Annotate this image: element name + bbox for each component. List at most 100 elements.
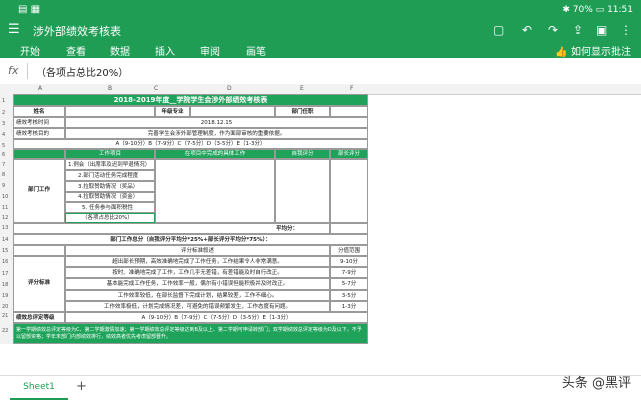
cell-dept-work[interactable]: 部门工作 bbox=[13, 159, 65, 223]
cell-average[interactable]: 平均分： bbox=[13, 223, 330, 234]
column-c[interactable]: C bbox=[154, 85, 158, 92]
row-7[interactable]: 7 bbox=[2, 162, 5, 168]
cell-header-item[interactable]: 工作项目 bbox=[65, 149, 155, 159]
cell-time-value[interactable]: 2018.12.15 bbox=[65, 117, 368, 128]
cell-range-d[interactable]: 3-5分 bbox=[330, 290, 368, 301]
share-icon[interactable]: ⇪ bbox=[573, 23, 583, 37]
cell-self-block[interactable] bbox=[275, 159, 330, 223]
cell-item-5[interactable]: 5. 任务参与面积税性 bbox=[65, 202, 155, 213]
undo-icon[interactable]: ↶ bbox=[522, 23, 532, 37]
cell-criteria-b[interactable]: 按时、准确地完成了工作，工作几乎无差错，有差错能及时自行改正。 bbox=[65, 267, 330, 278]
cell-dept-label[interactable]: 部门任职 bbox=[275, 106, 330, 117]
cell-dept-total[interactable]: 部门工作总分（自我评分平均分*25%+部长评分平均分*75%）： bbox=[13, 234, 368, 245]
row-6[interactable]: 6 bbox=[2, 152, 5, 158]
column-e[interactable]: E bbox=[300, 85, 304, 92]
cell-grade-scale[interactable]: A（9-10分）B（7-9分）C（7-5分）D（3-5分）E（1-3分） bbox=[13, 139, 368, 149]
cell-criteria-a[interactable]: 超出部长预期，高效准确地完成了工作任务，工作结果令人非常满意。 bbox=[65, 256, 330, 267]
row-2[interactable]: 2 bbox=[2, 110, 5, 116]
cell-time-label[interactable]: 绩效考核时间 bbox=[13, 117, 65, 128]
show-comments-help[interactable]: 👍 如何显示批注 bbox=[555, 43, 631, 58]
sheet-tab-sheet1[interactable]: Sheet1 bbox=[10, 376, 68, 400]
cell-average-value[interactable] bbox=[330, 223, 368, 234]
cell-eval-header-a[interactable] bbox=[13, 245, 65, 256]
cell-criteria-e[interactable]: 工作效率极低，计划完成情况差，可避免的错误频繁发生，工作态度有问题。 bbox=[65, 301, 330, 312]
row-9[interactable]: 9 bbox=[2, 183, 5, 189]
formula-input[interactable]: （各项占总比20%） bbox=[36, 64, 128, 79]
cell-header-leader[interactable]: 部长评分 bbox=[330, 149, 368, 159]
cell-name-value[interactable] bbox=[65, 106, 155, 117]
menu-review[interactable]: 审阅 bbox=[200, 43, 220, 58]
cell-item-3[interactable]: 3.拉取赞助情况（奖品） bbox=[65, 181, 155, 192]
status-bar: ▤ ▦ ✱ 70% ▭ 11:51 bbox=[0, 0, 641, 20]
cell-policy-note[interactable]: 第一学期绩效总评定等级为C、第二学期激情加速；第一学期绩效总评定等级达到B及以上… bbox=[13, 323, 368, 344]
cell-header-self[interactable]: 自我评分 bbox=[275, 149, 330, 159]
hamburger-menu-icon[interactable]: ☰ bbox=[8, 22, 20, 37]
cell-range-b[interactable]: 7-9分 bbox=[330, 267, 368, 278]
more-icon[interactable]: ⋮ bbox=[620, 23, 632, 37]
row-21[interactable]: 21 bbox=[2, 313, 8, 319]
row-3[interactable]: 3 bbox=[2, 121, 5, 127]
cell-header-detail[interactable]: 在项目中完成的具体工作 bbox=[155, 149, 275, 159]
cell-leader-block[interactable] bbox=[330, 159, 368, 223]
battery-percent: 70% bbox=[572, 5, 593, 15]
row-header: 1 2 3 4 5 6 7 8 9 10 11 12 13 14 15 16 1… bbox=[0, 94, 14, 344]
row-13[interactable]: 13 bbox=[2, 225, 8, 231]
cell-criteria-c[interactable]: 基本能完成工作任务，工作效率一般，偶尔有小错误但能积极并及时改正。 bbox=[65, 278, 330, 290]
menu-insert[interactable]: 插入 bbox=[155, 43, 175, 58]
row-18[interactable]: 18 bbox=[2, 282, 8, 288]
cell-range-header[interactable]: 分值范围 bbox=[330, 245, 368, 256]
menu-home[interactable]: 开始 bbox=[20, 43, 40, 58]
cell-final-grade-label[interactable]: 绩效总评定等级 bbox=[13, 312, 65, 323]
watermark: 头条 @黑评 bbox=[561, 376, 631, 391]
tabs-icon[interactable]: ▣ bbox=[596, 23, 607, 37]
row-12[interactable]: 12 bbox=[2, 215, 8, 221]
cell-purpose-value[interactable]: 完善学生会涉外部管理制度，作为面部审核的重要依据。 bbox=[65, 128, 368, 139]
column-d[interactable]: D bbox=[227, 85, 232, 92]
column-f[interactable]: F bbox=[350, 85, 353, 92]
cell-major-label[interactable]: 年级专业 bbox=[155, 106, 190, 117]
cell-item-1[interactable]: 1.例会（出席率及迟到早退情况） bbox=[65, 159, 155, 170]
cell-criteria-header[interactable]: 评分标准叙述 bbox=[65, 245, 330, 256]
menu-data[interactable]: 数据 bbox=[110, 43, 130, 58]
column-b[interactable]: B bbox=[108, 85, 112, 92]
row-20[interactable]: 20 bbox=[2, 304, 8, 310]
row-17[interactable]: 17 bbox=[2, 271, 8, 277]
cell-item-ratio-selected[interactable]: （各项占总比20%） bbox=[65, 213, 155, 223]
row-5[interactable]: 5 bbox=[2, 143, 5, 149]
function-icon[interactable]: fx bbox=[8, 64, 18, 77]
cell-item-2[interactable]: 2.部门活动任务完成程度 bbox=[65, 170, 155, 181]
cell-criteria-d[interactable]: 工作效率较低，在部长监督下完成计划，结果较差，工作不细心。 bbox=[65, 290, 330, 301]
cell-dept-value[interactable] bbox=[330, 106, 368, 117]
cell-name-label[interactable]: 姓名 bbox=[13, 106, 65, 117]
row-15[interactable]: 15 bbox=[2, 248, 8, 254]
row-10[interactable]: 10 bbox=[2, 194, 8, 200]
cell-purpose-label[interactable]: 绩效考核目的 bbox=[13, 128, 65, 139]
cell-item-4[interactable]: 4.拉取赞助情况（资金） bbox=[65, 192, 155, 202]
cell-range-a[interactable]: 9-10分 bbox=[330, 256, 368, 267]
row-1[interactable]: 1 bbox=[2, 98, 5, 104]
menu-view[interactable]: 查看 bbox=[66, 43, 86, 58]
row-19[interactable]: 19 bbox=[2, 293, 8, 299]
cell-major-value[interactable] bbox=[190, 106, 275, 117]
menu-pen[interactable]: 画笔 bbox=[246, 43, 266, 58]
row-11[interactable]: 11 bbox=[2, 205, 8, 211]
spreadsheet-grid[interactable]: 2018-2019年度__学院学生会涉外部绩效考核表 姓名 年级专业 部门任职 … bbox=[13, 94, 368, 344]
add-sheet-icon[interactable]: + bbox=[76, 379, 87, 394]
cell-detail-block[interactable] bbox=[155, 159, 275, 223]
row-8[interactable]: 8 bbox=[2, 172, 5, 178]
column-a[interactable]: A bbox=[38, 85, 42, 92]
cell-final-grade-value[interactable]: A（9-10分）B（7-9分）C（7-5分）D（3-5分）E（1-3分） bbox=[65, 312, 368, 323]
save-icon[interactable]: ▢ bbox=[493, 23, 504, 37]
row-22[interactable]: 22 bbox=[2, 328, 8, 334]
cell-eval-label[interactable]: 评分标准 bbox=[13, 256, 65, 312]
cell-range-c[interactable]: 5-7分 bbox=[330, 278, 368, 290]
sheet-title[interactable]: 2018-2019年度__学院学生会涉外部绩效考核表 bbox=[13, 94, 368, 106]
row-14[interactable]: 14 bbox=[2, 237, 8, 243]
show-comments-label: 如何显示批注 bbox=[571, 47, 631, 58]
redo-icon[interactable]: ↷ bbox=[548, 23, 558, 37]
row-4[interactable]: 4 bbox=[2, 132, 5, 138]
cell-range-e[interactable]: 1-3分 bbox=[330, 301, 368, 312]
bluetooth-icon: ✱ bbox=[562, 5, 570, 15]
cell-header-a[interactable] bbox=[13, 149, 65, 159]
row-16[interactable]: 16 bbox=[2, 259, 8, 265]
